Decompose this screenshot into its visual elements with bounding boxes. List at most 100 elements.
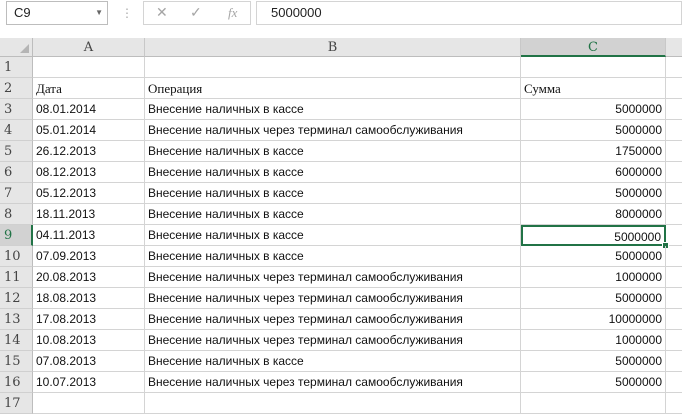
cell-empty[interactable] (666, 141, 682, 162)
row-header[interactable]: 5 (0, 141, 33, 162)
formula-buttons: ✕ ✓ fx (143, 1, 251, 25)
formula-input[interactable]: 5000000 (256, 1, 682, 25)
cell-date[interactable]: 10.08.2013 (33, 330, 145, 351)
cell-sum[interactable] (521, 393, 666, 414)
cell-date[interactable]: 05.01.2014 (33, 120, 145, 141)
cell-sum[interactable]: 1750000 (521, 141, 666, 162)
cell-operation[interactable]: Внесение наличных в кассе (145, 183, 521, 204)
cell-empty[interactable] (666, 162, 682, 183)
select-all-button[interactable] (0, 38, 33, 57)
cell-empty[interactable] (666, 393, 682, 414)
formula-bar: C9 ▼ ⋮ ✕ ✓ fx 5000000 (0, 0, 682, 29)
cell-date[interactable]: 10.07.2013 (33, 372, 145, 393)
insert-function-button[interactable]: fx (228, 5, 237, 21)
cell-sum[interactable]: 8000000 (521, 204, 666, 225)
cell-date[interactable] (33, 57, 145, 78)
cell-sum[interactable]: 1000000 (521, 267, 666, 288)
cell-sum[interactable]: 5000000 (521, 372, 666, 393)
cell-sum[interactable]: 1000000 (521, 330, 666, 351)
column-header-a[interactable]: A (33, 38, 145, 57)
cell-operation[interactable]: Внесение наличных в кассе (145, 99, 521, 120)
cell-date[interactable]: 18.11.2013 (33, 204, 145, 225)
cell-empty[interactable] (666, 204, 682, 225)
cell-operation[interactable] (145, 57, 521, 78)
cell-sum[interactable]: 5000000 (521, 288, 666, 309)
cell-empty[interactable] (666, 288, 682, 309)
column-header-c[interactable]: C (521, 38, 666, 57)
row-header[interactable]: 7 (0, 183, 33, 204)
row-header[interactable]: 1 (0, 57, 33, 78)
cell-date[interactable]: 07.08.2013 (33, 351, 145, 372)
chevron-down-icon[interactable]: ▼ (95, 2, 103, 24)
cell-sum[interactable]: 10000000 (521, 309, 666, 330)
toolbar-gap (0, 28, 682, 38)
row-header[interactable]: 14 (0, 330, 33, 351)
cell-date[interactable]: 04.11.2013 (33, 225, 145, 246)
cell-date[interactable]: 08.12.2013 (33, 162, 145, 183)
cell-sum[interactable]: 5000000 (521, 246, 666, 267)
cell-date[interactable]: 17.08.2013 (33, 309, 145, 330)
cell-operation[interactable] (145, 393, 521, 414)
cell-operation[interactable]: Внесение наличных через терминал самообс… (145, 330, 521, 351)
row-header[interactable]: 13 (0, 309, 33, 330)
column-header-d[interactable] (666, 38, 682, 57)
cell-sum[interactable]: Сумма (521, 78, 666, 99)
cell-date[interactable]: 18.08.2013 (33, 288, 145, 309)
cell-empty[interactable] (666, 120, 682, 141)
cell-date[interactable]: 20.08.2013 (33, 267, 145, 288)
cell-empty[interactable] (666, 57, 682, 78)
cell-operation[interactable]: Внесение наличных через терминал самообс… (145, 309, 521, 330)
cell-date[interactable]: 07.09.2013 (33, 246, 145, 267)
cell-date[interactable] (33, 393, 145, 414)
row-header[interactable]: 10 (0, 246, 33, 267)
cell-empty[interactable] (666, 99, 682, 120)
row-header[interactable]: 2 (0, 78, 33, 99)
row-header[interactable]: 17 (0, 393, 33, 414)
cell-empty[interactable] (666, 351, 682, 372)
row-header[interactable]: 16 (0, 372, 33, 393)
row-header[interactable]: 8 (0, 204, 33, 225)
active-cell[interactable]: 5000000 (521, 225, 666, 246)
row-header[interactable]: 4 (0, 120, 33, 141)
cell-operation[interactable]: Внесение наличных в кассе (145, 351, 521, 372)
cell-empty[interactable] (666, 267, 682, 288)
cell-operation[interactable]: Внесение наличных в кассе (145, 204, 521, 225)
cell-operation[interactable]: Внесение наличных в кассе (145, 141, 521, 162)
cell-operation[interactable]: Внесение наличных через терминал самообс… (145, 267, 521, 288)
row-header[interactable]: 6 (0, 162, 33, 183)
cell-date[interactable]: Дата (33, 78, 145, 99)
cell-sum[interactable]: 5000000 (521, 99, 666, 120)
row-header[interactable]: 11 (0, 267, 33, 288)
cell-empty[interactable] (666, 309, 682, 330)
cell-operation[interactable]: Внесение наличных через терминал самообс… (145, 372, 521, 393)
cancel-icon[interactable]: ✕ (156, 4, 168, 21)
cell-sum[interactable]: 6000000 (521, 162, 666, 183)
cell-operation[interactable]: Внесение наличных в кассе (145, 162, 521, 183)
cell-date[interactable]: 08.01.2014 (33, 99, 145, 120)
cell-sum[interactable]: 5000000 (521, 351, 666, 372)
column-header-b[interactable]: B (145, 38, 521, 57)
cell-empty[interactable] (666, 330, 682, 351)
cell-empty[interactable] (666, 78, 682, 99)
name-box-value: C9 (14, 5, 31, 20)
row-header[interactable]: 12 (0, 288, 33, 309)
cell-empty[interactable] (666, 183, 682, 204)
cell-operation[interactable]: Внесение наличных в кассе (145, 225, 521, 246)
cell-empty[interactable] (666, 372, 682, 393)
cell-date[interactable]: 05.12.2013 (33, 183, 145, 204)
cell-empty[interactable] (666, 246, 682, 267)
name-box[interactable]: C9 ▼ (6, 1, 108, 25)
cell-operation[interactable]: Операция (145, 78, 521, 99)
grip-icon[interactable]: ⋮ (121, 6, 133, 20)
cell-operation[interactable]: Внесение наличных в кассе (145, 246, 521, 267)
cell-sum[interactable]: 5000000 (521, 183, 666, 204)
cell-date[interactable]: 26.12.2013 (33, 141, 145, 162)
enter-icon[interactable]: ✓ (190, 4, 202, 21)
cell-sum[interactable] (521, 57, 666, 78)
cell-operation[interactable]: Внесение наличных через терминал самообс… (145, 288, 521, 309)
cell-operation[interactable]: Внесение наличных через терминал самообс… (145, 120, 521, 141)
row-header[interactable]: 9 (0, 225, 33, 246)
cell-sum[interactable]: 5000000 (521, 120, 666, 141)
row-header[interactable]: 3 (0, 99, 33, 120)
row-header[interactable]: 15 (0, 351, 33, 372)
